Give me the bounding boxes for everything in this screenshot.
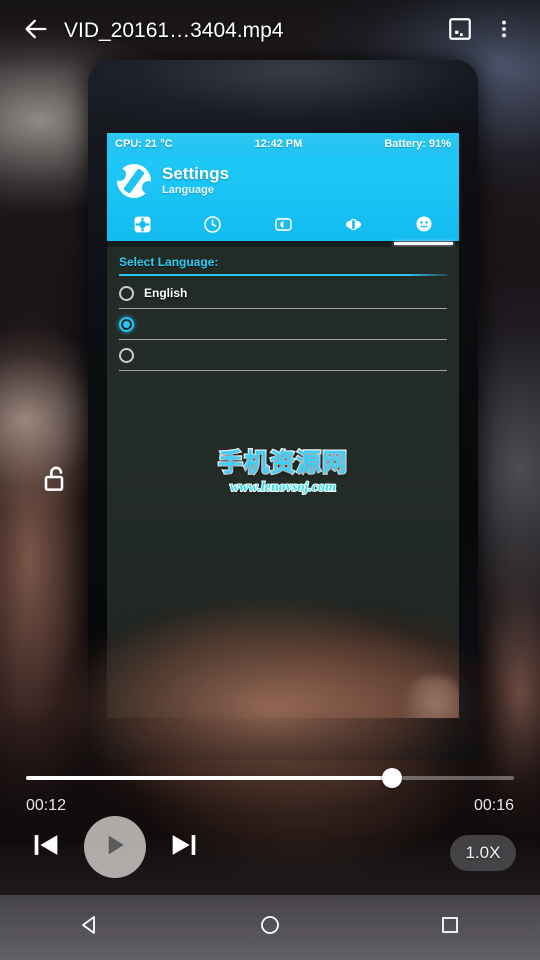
screen-capture-button[interactable] <box>438 9 482 53</box>
language-face-icon <box>414 214 434 234</box>
previous-button[interactable] <box>22 823 70 871</box>
language-option-row[interactable]: English <box>119 278 447 309</box>
more-options-button[interactable] <box>482 9 526 53</box>
section-accent-rule <box>119 274 447 276</box>
radio-button-selected[interactable] <box>119 316 134 332</box>
clock-icon <box>203 215 222 234</box>
nav-home-circle-icon <box>258 913 282 942</box>
clock-label: 12:42 PM <box>254 138 303 150</box>
nav-back-triangle-icon <box>78 913 102 942</box>
app-tab-bar <box>107 207 459 245</box>
skip-previous-icon <box>29 828 63 867</box>
time-labels: 00:12 00:16 <box>26 797 514 815</box>
cpu-temperature-label: CPU: 21 °C <box>115 138 173 150</box>
video-watermark: 手机资源网 www.lenovsoj.com <box>107 443 459 496</box>
seek-thumb[interactable] <box>382 768 402 788</box>
watermark-site-url: www.lenovsoj.com <box>229 479 337 496</box>
nav-recents-square-icon <box>438 913 462 942</box>
player-top-bar: VID_20161…3404.mp4 <box>0 0 540 62</box>
settings-wrench-logo-icon <box>117 164 151 198</box>
unlocked-padlock-icon <box>40 463 72 500</box>
total-time-label: 00:16 <box>473 797 514 814</box>
radio-button[interactable] <box>119 347 134 363</box>
skip-next-icon <box>167 828 201 867</box>
app-title: Settings <box>162 164 230 184</box>
language-label: English <box>144 286 188 300</box>
nav-back-button[interactable] <box>55 903 125 953</box>
app-subtitle: Language <box>162 184 214 197</box>
back-arrow-icon <box>22 15 50 48</box>
tab-battery[interactable] <box>318 207 388 241</box>
watermark-site-name: 手机资源网 <box>217 448 349 479</box>
tab-general[interactable] <box>107 207 177 241</box>
current-time-label: 00:12 <box>26 797 67 814</box>
nav-home-button[interactable] <box>235 903 305 953</box>
tab-language[interactable] <box>389 207 459 245</box>
radio-button[interactable] <box>119 285 134 301</box>
brightness-icon <box>274 215 293 234</box>
seek-bar[interactable] <box>26 766 514 790</box>
battery-label: Battery: 91% <box>384 138 451 150</box>
seek-progress-fill <box>26 776 392 780</box>
system-navigation-bar <box>0 895 540 960</box>
language-option-row[interactable] <box>119 309 447 340</box>
tab-display[interactable] <box>248 207 318 241</box>
transport-controls <box>22 816 208 878</box>
language-option-row[interactable] <box>119 340 447 371</box>
screen-lock-button[interactable] <box>30 455 82 507</box>
select-language-label: Select Language: <box>119 255 219 269</box>
more-options-icon <box>493 18 515 45</box>
next-button[interactable] <box>160 823 208 871</box>
video-player-screen: CPU: 21 °C 12:42 PM Battery: 91% Setting… <box>0 0 540 960</box>
video-title: VID_20161…3404.mp4 <box>64 19 284 42</box>
play-button[interactable] <box>84 816 146 878</box>
play-icon <box>100 830 130 865</box>
battery-icon <box>344 215 363 234</box>
gear-icon <box>133 215 152 234</box>
screen-capture-icon <box>447 16 473 47</box>
app-header: Settings Language <box>107 155 459 207</box>
app-status-bar: CPU: 21 °C 12:42 PM Battery: 91% <box>107 133 459 155</box>
playback-speed-button[interactable]: 1.0X <box>450 835 516 871</box>
nav-recents-button[interactable] <box>415 903 485 953</box>
tab-time[interactable] <box>177 207 247 241</box>
back-button[interactable] <box>14 9 58 53</box>
